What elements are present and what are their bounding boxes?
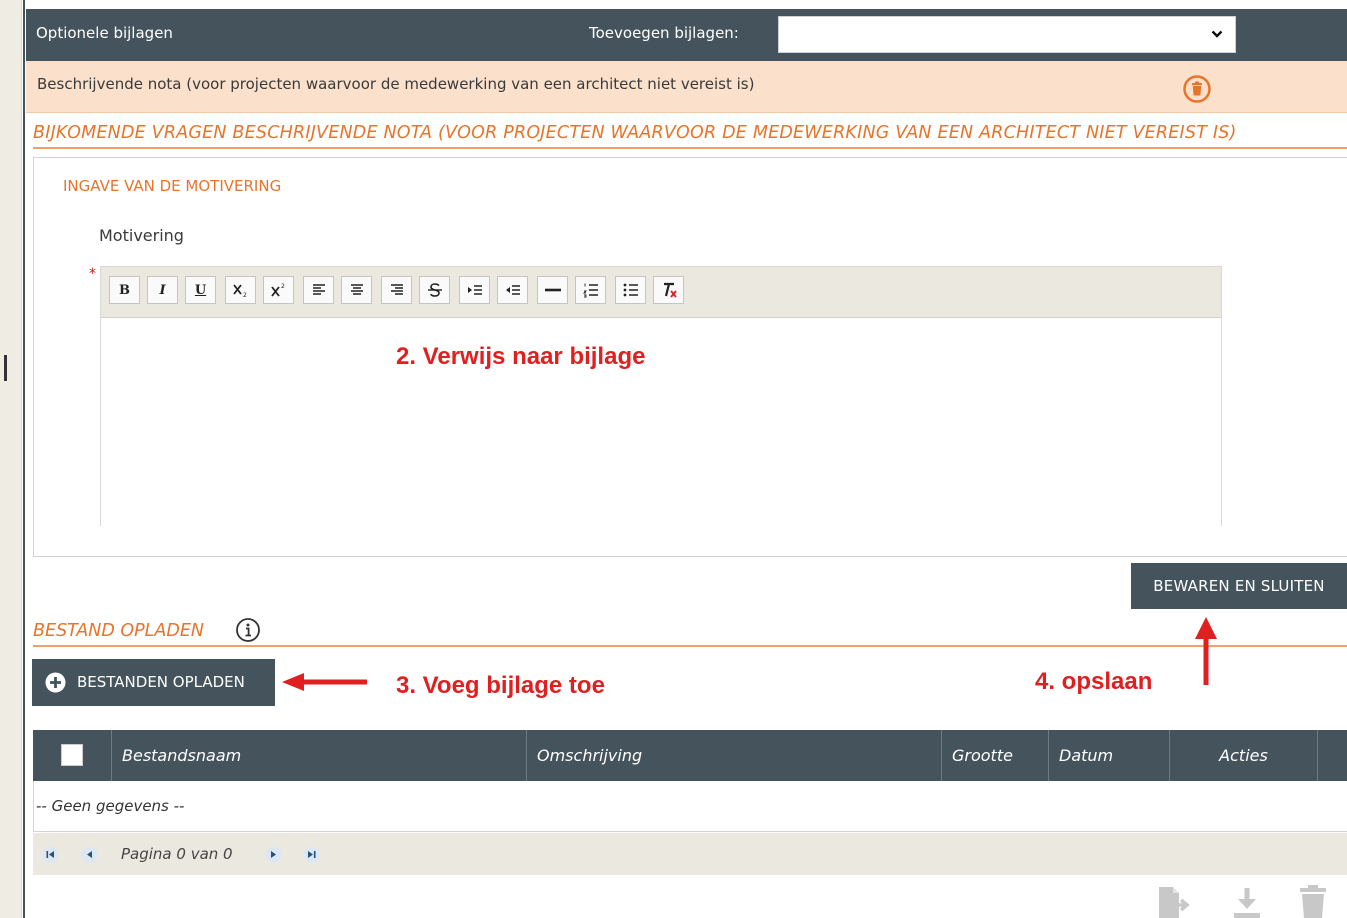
numbered-list-button[interactable] [575,276,606,304]
align-center-icon [350,284,363,295]
motivation-panel: INGAVE VAN DE MOTIVERING Motivering * B … [33,157,1347,557]
editor-toolbar: B I U 2 2 [101,267,1221,318]
page-indicator: Pagina 0 van 0 [121,845,233,863]
table-empty-row: -- Geen gegevens -- [33,781,1347,832]
save-and-close-button[interactable]: BEWAREN EN SLUITEN [1131,563,1347,609]
annotation-arrow-left [282,673,367,691]
italic-button[interactable]: I [147,276,178,304]
upload-files-label: BESTANDEN OPLADEN [77,673,245,691]
files-table-header: Bestandsnaam Omschrijving Grootte Datum … [33,730,1347,781]
column-filename-label: Bestandsnaam [122,746,242,765]
annotation-step-2: 2. Verwijs naar bijlage [396,343,646,370]
last-page-icon[interactable] [303,846,320,863]
rich-text-editor: B I U 2 2 [100,266,1222,526]
align-left-button[interactable] [303,276,334,304]
previous-page-icon[interactable] [81,846,98,863]
bold-button[interactable]: B [109,276,140,304]
rail-marker [4,355,7,381]
column-size-label: Grootte [952,746,1013,765]
add-attachments-select[interactable] [778,16,1236,53]
upload-heading: BESTAND OPLADEN [33,621,205,641]
delete-file-icon[interactable] [1296,885,1330,918]
download-icon[interactable] [1230,885,1264,918]
column-size[interactable]: Grootte [941,730,1048,781]
indent-button[interactable] [459,276,490,304]
horizontal-rule-button[interactable] [537,276,568,304]
next-page-icon[interactable] [265,846,282,863]
outdent-button[interactable] [497,276,528,304]
indent-icon [467,285,482,295]
motivation-label: Motivering [99,226,184,245]
annotation-step-4: 4. opslaan [1035,668,1153,695]
plus-circle-icon [45,672,66,693]
table-pager: Pagina 0 van 0 [33,833,1347,875]
numbered-list-icon [582,283,598,298]
panel-title: INGAVE VAN DE MOTIVERING [63,177,282,195]
column-date[interactable]: Datum [1048,730,1169,781]
align-right-icon [390,284,403,295]
header-title: Optionele bijlagen [36,24,173,42]
superscript-icon: 2 [270,283,285,297]
column-date-label: Datum [1059,746,1114,765]
align-right-button[interactable] [381,276,412,304]
upload-files-button[interactable]: BESTANDEN OPLADEN [32,659,275,706]
strikethrough-icon [427,283,442,297]
upload-divider [33,645,1347,647]
chevron-down-icon [1211,30,1223,38]
section-divider [33,147,1347,149]
horizontal-rule-icon [544,288,561,292]
align-left-icon [312,284,325,295]
column-description-label: Omschrijving [537,746,643,765]
content-border [23,0,25,918]
attachment-label: Beschrijvende nota (voor projecten waarv… [37,75,755,93]
column-description[interactable]: Omschrijving [526,730,941,781]
svg-text:2: 2 [243,292,247,298]
optional-attachments-header: Optionele bijlagen Toevoegen bijlagen: [26,9,1347,61]
motivation-editor-area[interactable] [101,318,1221,526]
underline-button[interactable]: U [185,276,216,304]
outdent-icon [505,285,520,295]
remove-format-icon [663,282,677,298]
strikethrough-button[interactable] [419,276,450,304]
required-marker: * [89,266,96,282]
section-heading: BIJKOMENDE VRAGEN BESCHRIJVENDE NOTA (VO… [33,123,1237,143]
select-all-checkbox[interactable] [61,744,83,766]
export-file-icon[interactable] [1157,885,1191,918]
info-icon[interactable] [235,617,261,643]
bullet-list-button[interactable] [615,276,646,304]
column-extra [1317,730,1347,781]
column-actions-label: Acties [1219,746,1268,765]
select-all-column [33,730,111,781]
superscript-button[interactable]: 2 [263,276,294,304]
add-attachments-label: Toevoegen bijlagen: [589,24,739,42]
svg-text:2: 2 [281,283,285,290]
annotation-step-3: 3. Voeg bijlage toe [396,672,605,699]
delete-attachment-icon[interactable] [1182,74,1212,104]
subscript-button[interactable]: 2 [225,276,256,304]
bullet-list-icon [623,283,638,297]
left-rail [0,0,22,918]
annotation-arrow-up [1195,617,1217,685]
subscript-icon: 2 [232,284,247,298]
first-page-icon[interactable] [42,846,59,863]
empty-message: -- Geen gegevens -- [36,797,185,815]
column-actions: Acties [1169,730,1317,781]
align-center-button[interactable] [341,276,372,304]
column-filename[interactable]: Bestandsnaam [111,730,526,781]
attachment-row: Beschrijvende nota (voor projecten waarv… [26,61,1347,113]
remove-format-button[interactable] [653,276,684,304]
